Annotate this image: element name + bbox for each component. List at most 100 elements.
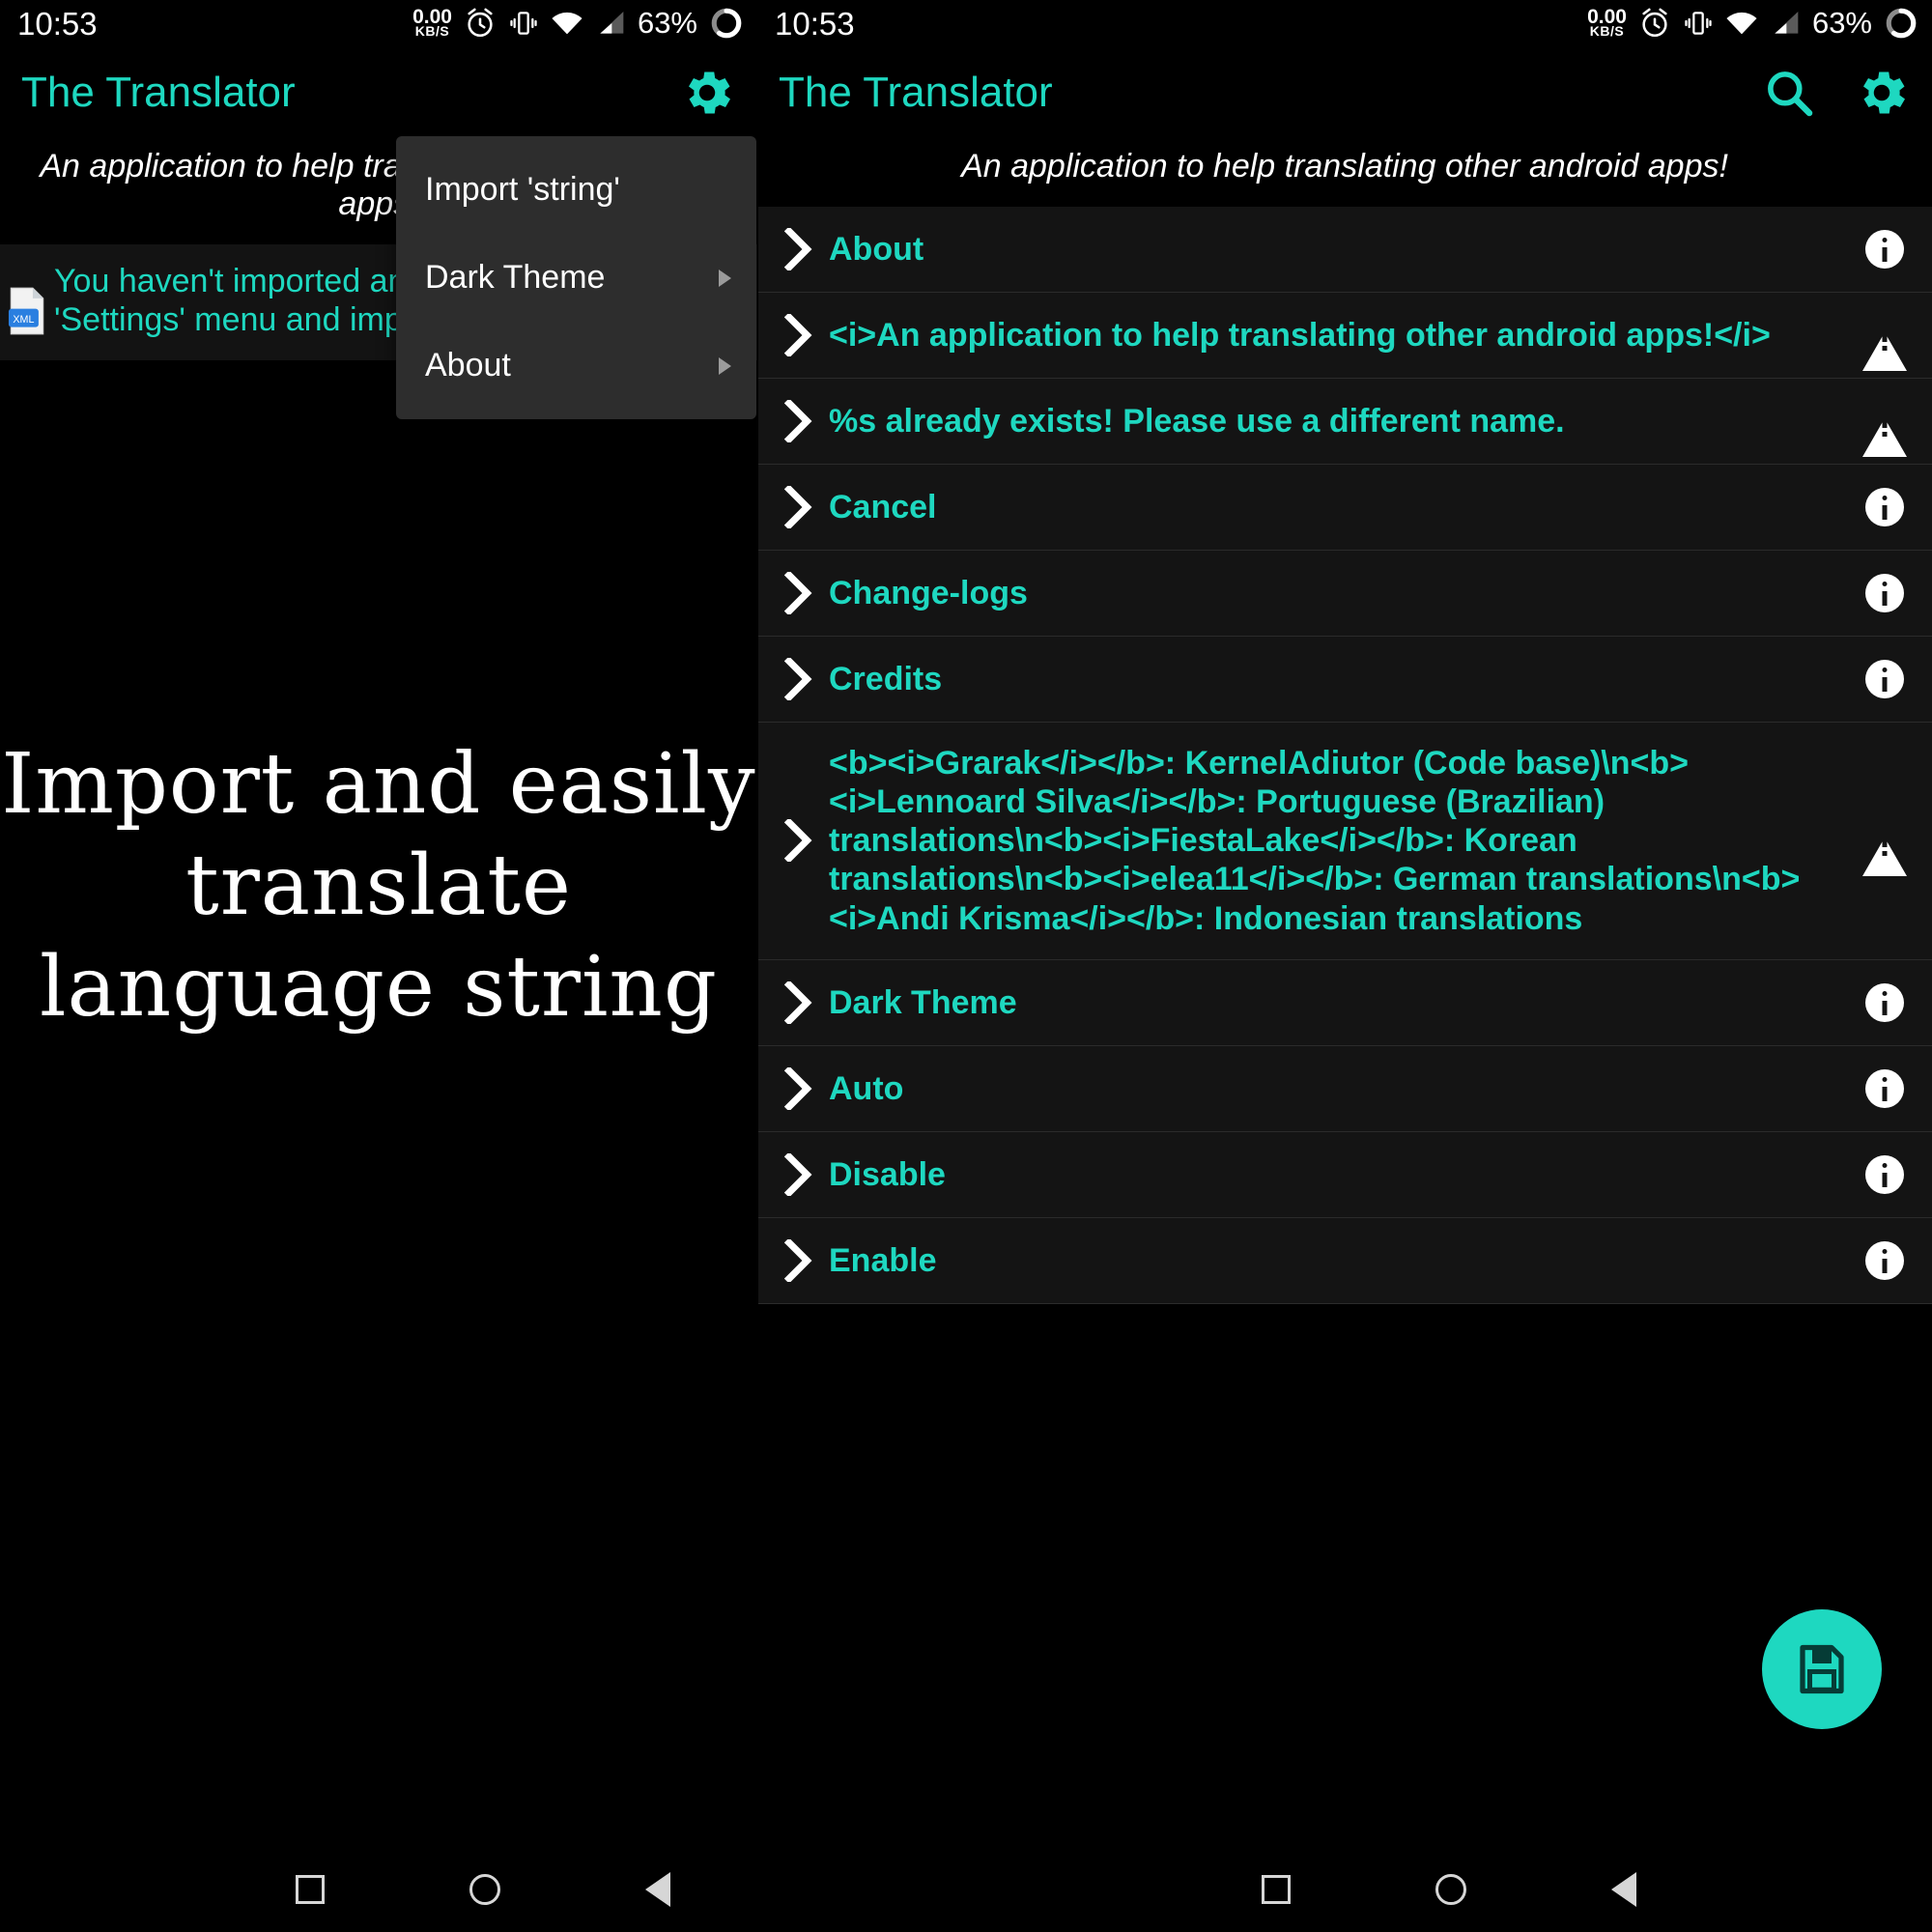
chevron-right-icon	[769, 819, 829, 863]
xml-file-icon: XML	[0, 262, 54, 335]
row-label: Change-logs	[829, 575, 1028, 612]
chevron-right-icon	[769, 228, 829, 271]
nav-group-right	[966, 1847, 1932, 1932]
table-row[interactable]: About	[757, 207, 1932, 294]
row-label: Dark Theme	[829, 983, 1017, 1021]
table-row[interactable]: Credits	[757, 637, 1932, 724]
system-nav-bar	[0, 1847, 1932, 1932]
app-bar-actions-left	[678, 64, 736, 122]
app-subtitle-right: An application to help translating other…	[757, 138, 1932, 208]
battery-icon	[1886, 8, 1917, 39]
info-icon	[1855, 1240, 1915, 1280]
dual-screenshot: 10:53 0.00 KB/S 63% The Translator An ap…	[0, 0, 1932, 1932]
gear-icon[interactable]	[678, 64, 736, 122]
warning-icon	[1855, 821, 1915, 877]
chevron-right-icon	[769, 1152, 829, 1196]
chevron-right-icon	[769, 658, 829, 701]
app-bar-left: The Translator	[0, 46, 757, 138]
back-triangle-icon[interactable]	[645, 1872, 670, 1907]
app-bar-right: The Translator	[757, 46, 1932, 138]
status-bar-left: 10:53 0.00 KB/S 63%	[0, 0, 757, 46]
table-row[interactable]: Cancel	[757, 465, 1932, 552]
chevron-right-icon	[719, 356, 731, 375]
row-label: %s already exists! Please use a differen…	[829, 403, 1565, 440]
table-row[interactable]: <i>An application to help translating ot…	[757, 293, 1932, 380]
table-row[interactable]: Auto	[757, 1045, 1932, 1132]
panel-divider	[757, 0, 758, 1847]
row-label: Disable	[829, 1155, 946, 1193]
back-triangle-icon[interactable]	[1611, 1872, 1636, 1907]
table-row[interactable]: Change-logs	[757, 551, 1932, 638]
menu-item-label: Dark Theme	[425, 259, 606, 296]
row-label: Auto	[829, 1069, 904, 1107]
warning-icon	[1855, 316, 1915, 372]
menu-item-dark-theme[interactable]: Dark Theme	[396, 234, 756, 322]
app-title-right: The Translator	[779, 68, 1053, 116]
signal-icon	[1775, 12, 1799, 34]
network-speed-unit: KB/S	[414, 22, 450, 39]
status-bar-right: 10:53 0.00 KB/S 63%	[757, 0, 1932, 46]
table-row[interactable]: Enable	[757, 1217, 1932, 1304]
wifi-icon	[1726, 12, 1757, 35]
nav-group-left	[0, 1847, 966, 1932]
battery-percent: 63%	[1811, 6, 1872, 40]
hero-tagline: Import and easily translate language str…	[1, 736, 756, 1036]
info-icon	[1855, 1068, 1915, 1108]
chevron-right-icon	[769, 314, 829, 357]
strings-list: About <i>An application to help translati…	[757, 207, 1932, 1304]
svg-text:XML: XML	[13, 314, 34, 326]
warning-icon	[1855, 402, 1915, 458]
save-fab-button[interactable]	[1762, 1609, 1882, 1729]
right-phone-screen: 10:53 0.00 KB/S 63% The Translator An ap…	[757, 0, 1932, 1932]
home-circle-icon[interactable]	[1435, 1874, 1466, 1905]
battery-icon	[711, 8, 742, 39]
overflow-menu: Import 'string' Dark Theme About	[396, 136, 756, 419]
menu-item-about[interactable]: About	[396, 322, 756, 410]
row-label: Credits	[829, 661, 943, 698]
row-label: Cancel	[829, 489, 937, 526]
chevron-right-icon	[769, 1238, 829, 1282]
app-title-left: The Translator	[21, 68, 296, 116]
network-speed-unit: KB/S	[1589, 22, 1625, 39]
vibrate-icon	[510, 12, 537, 35]
row-label: <b><i>Grarak</i></b>: KernelAdiutor (Cod…	[829, 745, 1801, 937]
wifi-icon	[552, 12, 582, 35]
search-icon[interactable]	[1762, 66, 1816, 120]
chevron-right-icon	[769, 400, 829, 443]
chevron-right-icon	[719, 269, 731, 287]
left-phone-screen: 10:53 0.00 KB/S 63% The Translator An ap…	[0, 0, 757, 1932]
chevron-right-icon	[769, 572, 829, 615]
info-icon	[1855, 230, 1915, 270]
battery-percent: 63%	[637, 6, 697, 40]
row-label: <i>An application to help translating ot…	[829, 317, 1771, 355]
status-clock: 10:53	[17, 5, 98, 42]
chevron-right-icon	[769, 486, 829, 529]
menu-item-import-string[interactable]: Import 'string'	[396, 146, 756, 234]
vibrate-icon	[1685, 12, 1712, 35]
menu-item-label: About	[425, 347, 511, 384]
recents-square-icon[interactable]	[1262, 1875, 1291, 1904]
row-label: About	[829, 231, 924, 269]
row-label: Enable	[829, 1241, 937, 1279]
home-circle-icon[interactable]	[469, 1874, 500, 1905]
info-icon	[1855, 574, 1915, 613]
table-row[interactable]: <b><i>Grarak</i></b>: KernelAdiutor (Cod…	[757, 723, 1932, 960]
alarm-icon	[1642, 8, 1667, 38]
info-icon	[1855, 488, 1915, 527]
status-icons: 0.00 KB/S 63%	[412, 6, 744, 41]
chevron-right-icon	[769, 980, 829, 1024]
chevron-right-icon	[769, 1066, 829, 1110]
network-speed-indicator: 0.00 KB/S	[1587, 7, 1627, 39]
recents-square-icon[interactable]	[296, 1875, 325, 1904]
alarm-icon	[468, 8, 493, 38]
menu-item-label: Import 'string'	[425, 171, 620, 208]
app-bar-actions-right	[1762, 64, 1911, 122]
table-row[interactable]: Disable	[757, 1131, 1932, 1218]
info-icon	[1855, 982, 1915, 1022]
network-speed-indicator: 0.00 KB/S	[412, 7, 452, 39]
status-icons: 0.00 KB/S 63%	[1587, 6, 1918, 41]
table-row[interactable]: Dark Theme	[757, 959, 1932, 1046]
info-icon	[1855, 660, 1915, 699]
table-row[interactable]: %s already exists! Please use a differen…	[757, 379, 1932, 466]
gear-icon[interactable]	[1853, 64, 1911, 122]
